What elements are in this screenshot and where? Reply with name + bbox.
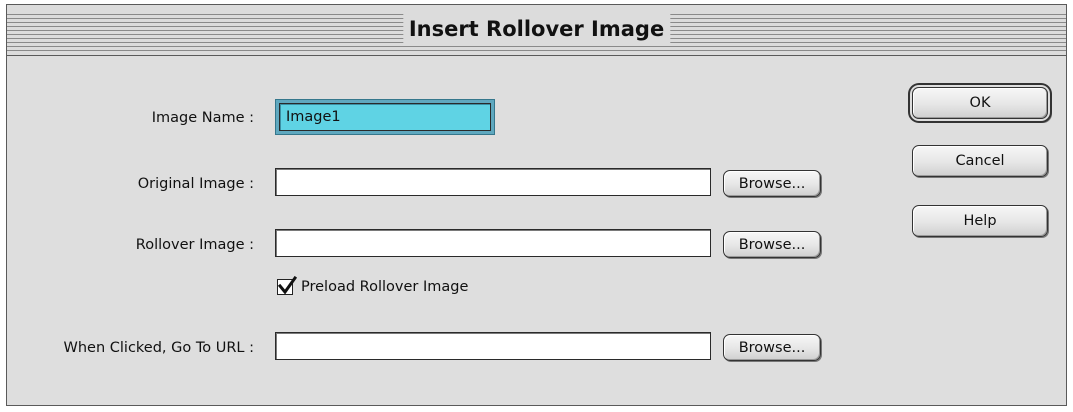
preload-rollover-label: Preload Rollover Image <box>301 279 469 295</box>
dialog-title: Insert Rollover Image <box>402 12 671 46</box>
ok-button[interactable]: OK <box>912 87 1048 119</box>
image-name-input[interactable] <box>279 103 491 131</box>
rollover-image-browse-button[interactable]: Browse... <box>723 231 821 258</box>
insert-rollover-image-dialog: Insert Rollover Image Image Name : Origi… <box>6 4 1067 406</box>
preload-rollover-checkbox-row[interactable]: Preload Rollover Image <box>277 276 469 295</box>
preload-rollover-checkbox[interactable] <box>277 276 297 295</box>
url-browse-button[interactable]: Browse... <box>723 334 821 361</box>
url-label: When Clicked, Go To URL : <box>63 340 254 356</box>
checkmark-icon <box>277 276 297 295</box>
title-bar-top-edge <box>7 5 1066 11</box>
help-button[interactable]: Help <box>912 205 1048 237</box>
original-image-label: Original Image : <box>137 176 254 192</box>
url-input[interactable] <box>275 332 711 360</box>
original-image-browse-button[interactable]: Browse... <box>723 170 821 197</box>
rollover-image-input[interactable] <box>275 229 711 257</box>
title-bar[interactable]: Insert Rollover Image <box>7 5 1066 56</box>
rollover-image-label: Rollover Image : <box>135 237 254 253</box>
original-image-input[interactable] <box>275 168 711 196</box>
image-name-label: Image Name : <box>151 110 254 126</box>
cancel-button[interactable]: Cancel <box>912 145 1048 177</box>
title-bar-bottom-edge <box>7 51 1066 55</box>
